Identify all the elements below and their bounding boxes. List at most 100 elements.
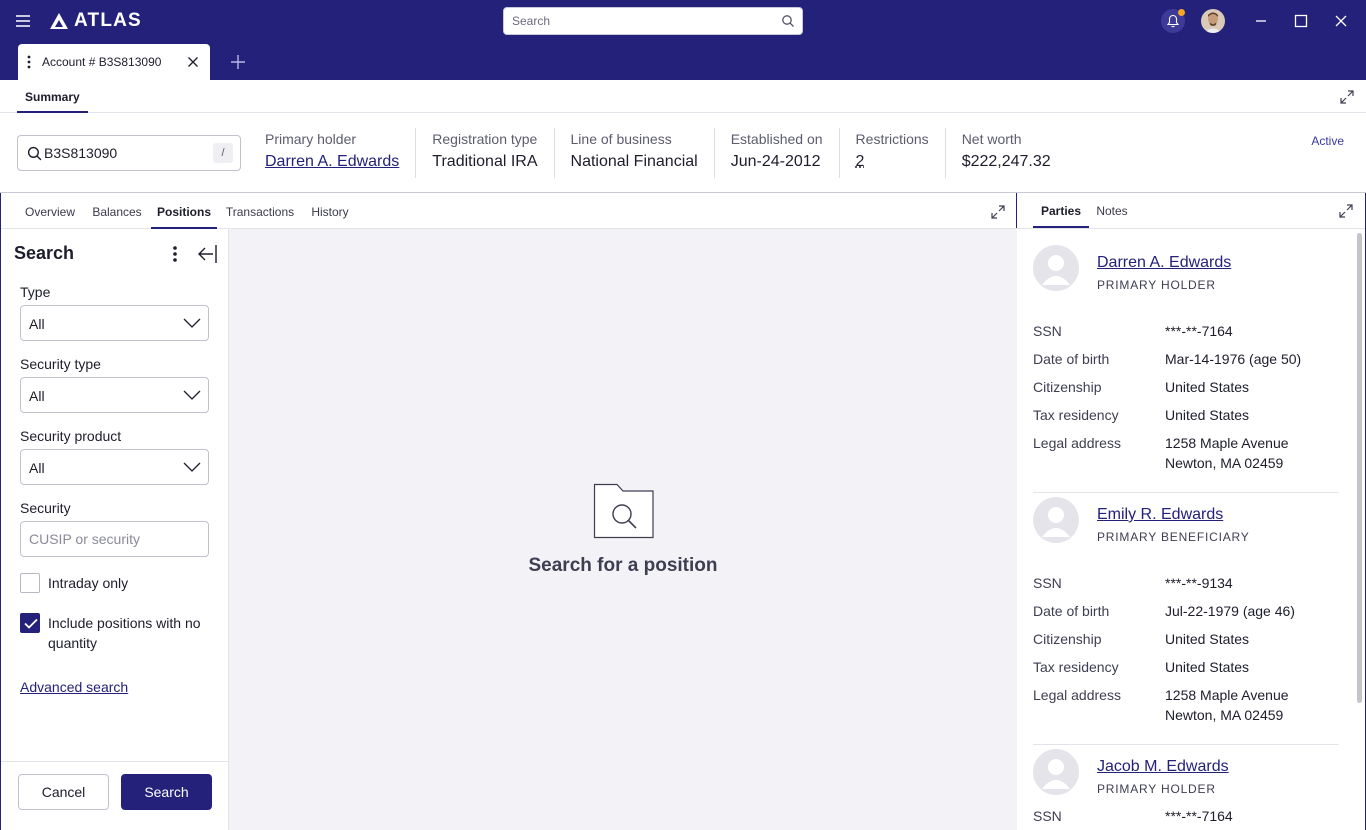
collapse-panel-icon[interactable] [196,244,218,264]
folder-search-icon [593,483,654,539]
app-logo[interactable]: ATLAS [49,10,142,32]
expand-icon[interactable] [1340,90,1354,104]
security-input[interactable] [20,521,209,557]
account-search[interactable]: / [17,135,241,171]
hamburger-menu-icon[interactable] [13,11,33,31]
expand-icon[interactable] [991,205,1005,219]
account-header: / Primary holder Darren A. Edwards Regis… [0,113,1366,193]
doc-tab-account[interactable]: Account # B3S813090 [18,44,210,80]
user-avatar[interactable] [1201,9,1225,33]
parties-scrollbar[interactable] [1357,233,1362,703]
tab-balances[interactable]: Balances [85,193,149,229]
field-restrictions: Restrictions 2 [840,128,946,178]
security-type-label: Security type [20,356,101,372]
kv-value: ***-**-9134 [1165,575,1233,591]
tab-transactions[interactable]: Transactions [220,193,300,229]
app-name: ATLAS [74,10,142,31]
cancel-button[interactable]: Cancel [18,774,109,810]
field-label: Line of business [570,131,672,147]
tab-positions[interactable]: Positions [151,193,217,229]
maximize-button[interactable] [1293,13,1309,29]
include-zero-quantity-label: Include positions with no quantity [48,615,201,651]
global-search-input[interactable] [504,8,774,34]
field-value: Traditional IRA [432,153,538,170]
security-type-select[interactable]: All [20,377,209,413]
kv-label: Tax residency [1033,659,1119,675]
close-window-button[interactable] [1333,13,1349,29]
party-name-link[interactable]: Emily R. Edwards [1097,506,1223,524]
tab-notes[interactable]: Notes [1093,193,1131,228]
party-name-link[interactable]: Darren A. Edwards [1097,254,1231,272]
tab-kebab-icon[interactable] [27,55,31,69]
account-fields: Primary holder Darren A. Edwards Registr… [249,128,1067,178]
account-search-input[interactable] [44,136,204,170]
restrictions-link[interactable]: 2 [856,153,929,171]
field-label: Primary holder [265,131,357,147]
kv-value: Jul-22-1979 (age 46) [1165,603,1295,619]
search-icon [27,146,42,161]
empty-state-title: Search for a position [528,555,718,576]
field-line-of-business: Line of business National Financial [555,128,715,178]
field-label: Registration type [432,131,538,147]
party-name-link[interactable]: Jacob M. Edwards [1097,758,1229,776]
type-select-value: All [29,316,45,332]
expand-icon[interactable] [1339,204,1353,218]
doc-tab-label: Account # B3S813090 [42,55,162,69]
avatar-placeholder-icon [1033,497,1079,543]
kv-value: United States [1165,407,1250,423]
party-divider [1033,744,1339,745]
positions-panel: Overview Balances Positions Transactions… [0,193,1017,830]
kv-label: Tax residency [1033,407,1119,423]
party-card: Darren A. Edwards PRIMARY HOLDER SSN ***-… [1033,245,1339,493]
kv-label: Citizenship [1033,631,1102,647]
tab-history[interactable]: History [303,193,357,229]
include-zero-quantity-checkbox[interactable] [20,613,40,633]
kv-value: Mar-14-1976 (age 50) [1165,351,1302,367]
kv-label: SSN [1033,323,1062,339]
search-button[interactable]: Search [121,774,212,810]
parties-list: Darren A. Edwards PRIMARY HOLDER SSN ***-… [1017,229,1353,830]
add-tab-icon[interactable] [229,53,247,71]
search-panel-footer: Cancel Search [1,761,228,830]
kv-label: Citizenship [1033,379,1102,395]
kv-label: SSN [1033,575,1062,591]
chevron-down-icon [183,390,201,400]
kv-value: ***-**-7164 [1165,808,1233,824]
summary-tab-bar: Summary [0,80,1366,113]
field-value: $222,247.32 [961,153,1051,170]
field-value: National Financial [570,153,698,170]
security-product-label: Security product [20,428,122,444]
field-registration-type: Registration type Traditional IRA [416,128,555,178]
field-net-worth: Net worth $222,247.32 [946,128,1067,178]
status-badge: Active [1311,134,1344,148]
advanced-search-link[interactable]: Advanced search [20,679,128,695]
kv-value: 1258 Maple Avenue [1165,435,1289,451]
field-established-on: Established on Jun-24-2012 [715,128,840,178]
global-search[interactable] [503,7,803,35]
more-options-icon[interactable] [171,245,179,263]
kv-label: SSN [1033,808,1062,824]
intraday-checkbox[interactable] [20,573,40,593]
kv-value: United States [1165,631,1250,647]
type-select[interactable]: All [20,305,209,341]
chevron-down-icon [183,318,201,328]
party-role: PRIMARY HOLDER [1097,782,1216,796]
close-icon[interactable] [187,56,199,68]
avatar-placeholder-icon [1033,749,1079,795]
positions-empty-state: Search for a position [229,229,1017,830]
search-icon[interactable] [781,14,795,28]
kv-value: ***-**-7164 [1165,323,1233,339]
checkmark-icon [24,618,38,629]
party-card: Jacob M. Edwards PRIMARY HOLDER SSN ***-*… [1033,749,1339,830]
security-product-select[interactable]: All [20,449,209,485]
tab-summary[interactable]: Summary [17,80,88,113]
tab-overview[interactable]: Overview [18,193,82,229]
minimize-button[interactable] [1253,13,1269,29]
notifications-button[interactable] [1161,9,1185,33]
parties-panel: Parties Notes Darren A. Edwards PRIMARY … [1017,193,1366,830]
bell-icon [1167,14,1179,28]
kv-label: Legal address [1033,435,1121,451]
avatar-placeholder-icon [1033,245,1079,291]
primary-holder-link[interactable]: Darren A. Edwards [265,153,399,171]
tab-parties[interactable]: Parties [1033,193,1089,228]
